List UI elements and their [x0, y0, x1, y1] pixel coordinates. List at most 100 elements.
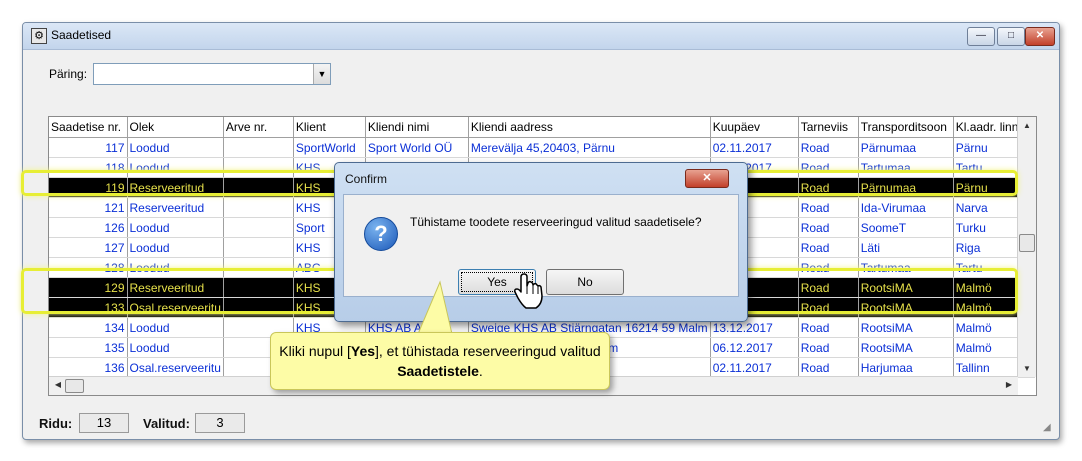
table-row[interactable]: 117 Loodud SportWorld Sport World OÜ Mereväl…	[49, 137, 1035, 158]
scroll-up-icon[interactable]: ▲	[1018, 121, 1036, 130]
table-cell: Pärnumaa	[858, 177, 954, 198]
table-cell: 134	[49, 317, 128, 338]
callout-saadetistele: Saadetistele	[397, 363, 479, 379]
table-cell: RootsiMA	[858, 317, 954, 338]
column-header[interactable]: Olek	[127, 117, 224, 138]
instruction-callout: Kliki nupul [Yes], et tühistada reservee…	[270, 332, 610, 390]
maximize-button[interactable]: □	[997, 27, 1025, 46]
table-cell: 128	[49, 257, 128, 278]
table-cell: Osal.reserveeritu	[127, 297, 224, 318]
table-cell: 126	[49, 217, 128, 238]
table-cell	[223, 197, 294, 218]
column-header[interactable]: Saadetise nr.	[49, 117, 128, 138]
rows-count: 13	[79, 413, 129, 433]
selected-label: Valitud:	[143, 416, 190, 431]
vertical-scroll-thumb[interactable]	[1019, 234, 1035, 252]
callout-text-2: ], et tühistada reserveeringud valitud	[375, 343, 601, 359]
table-cell	[223, 257, 294, 278]
table-cell	[223, 217, 294, 238]
table-cell	[223, 157, 294, 178]
table-cell: 119	[49, 177, 128, 198]
horizontal-scroll-thumb[interactable]	[65, 379, 84, 393]
table-cell: Road	[798, 337, 859, 358]
table-cell: 136	[49, 357, 128, 378]
table-cell: 127	[49, 237, 128, 258]
table-cell: Loodud	[127, 217, 224, 238]
table-cell: Loodud	[127, 257, 224, 278]
table-cell	[223, 277, 294, 298]
status-bar: Ridu: 13 Valitud: 3 ◢	[23, 408, 1059, 438]
table-cell: Reserveeritud	[127, 277, 224, 298]
dialog-close-button[interactable]: ✕	[685, 169, 729, 188]
table-cell: Merevälja 45,20403, Pärnu	[468, 137, 711, 158]
table-cell: Road	[798, 357, 859, 378]
table-cell: Tartumaa	[858, 157, 954, 178]
table-cell: Loodud	[127, 317, 224, 338]
table-cell: 02.11.2017	[710, 357, 799, 378]
table-cell: Ida-Virumaa	[858, 197, 954, 218]
title-bar[interactable]: ⚙ Saadetised — □ ✕	[23, 23, 1059, 50]
table-cell: Sport World OÜ	[365, 137, 469, 158]
table-cell: 135	[49, 337, 128, 358]
table-cell	[223, 177, 294, 198]
table-cell: Road	[798, 237, 859, 258]
selected-count: 3	[195, 413, 245, 433]
query-label: Päring:	[49, 67, 88, 81]
close-button[interactable]: ✕	[1025, 27, 1055, 46]
column-header[interactable]: Klient	[293, 117, 366, 138]
column-header[interactable]: Transporditsoon	[858, 117, 954, 138]
table-cell: Road	[798, 217, 859, 238]
table-cell: 133	[49, 297, 128, 318]
column-header[interactable]: Arve nr.	[223, 117, 294, 138]
table-cell: Road	[798, 157, 859, 178]
table-cell: RootsiMA	[858, 337, 954, 358]
scroll-down-icon[interactable]: ▼	[1018, 364, 1036, 373]
table-cell: RootsiMA	[858, 297, 954, 318]
table-cell: Läti	[858, 237, 954, 258]
table-cell: Tartumaa	[858, 257, 954, 278]
table-cell	[223, 237, 294, 258]
no-button[interactable]: No	[546, 269, 624, 295]
table-cell: Road	[798, 177, 859, 198]
table-cell: Road	[798, 197, 859, 218]
callout-yes: Yes	[350, 343, 376, 359]
column-header[interactable]: Kliendi aadress	[468, 117, 711, 138]
scroll-right-icon[interactable]: ▶	[1000, 380, 1018, 389]
table-cell: 118	[49, 157, 128, 178]
table-cell: Loodud	[127, 337, 224, 358]
callout-text-1: Kliki nupul [	[279, 343, 351, 359]
table-cell: Road	[798, 317, 859, 338]
table-cell: Loodud	[127, 237, 224, 258]
table-cell: Road	[798, 277, 859, 298]
table-cell: Road	[798, 297, 859, 318]
table-cell: Road	[798, 137, 859, 158]
table-cell: 117	[49, 137, 128, 158]
table-header: Saadetise nr. Olek Arve nr. Klient Kliendi n…	[49, 117, 1035, 138]
question-icon: ?	[364, 217, 398, 251]
callout-text-3: .	[478, 363, 483, 379]
dialog-title: Confirm	[345, 172, 388, 186]
column-header[interactable]: Tarneviis	[798, 117, 859, 138]
table-cell: Road	[798, 257, 859, 278]
query-select[interactable]: ▼	[93, 63, 331, 85]
chevron-down-icon[interactable]: ▼	[313, 64, 330, 84]
window-title: Saadetised	[51, 28, 112, 42]
minimize-button[interactable]: —	[967, 27, 995, 46]
table-cell: Osal.reserveeritu	[127, 357, 224, 378]
rows-label: Ridu:	[39, 416, 73, 431]
table-cell: SoomeT	[858, 217, 954, 238]
table-cell: SportWorld	[293, 137, 366, 158]
hand-cursor-icon	[514, 273, 543, 309]
table-cell: 129	[49, 277, 128, 298]
column-header[interactable]: Kliendi nimi	[365, 117, 469, 138]
vertical-scrollbar[interactable]: ▲ ▼	[1017, 117, 1036, 377]
column-header[interactable]: Kuupäev	[710, 117, 799, 138]
table-cell: Loodud	[127, 157, 224, 178]
table-cell: RootsiMA	[858, 277, 954, 298]
table-cell: Harjumaa	[858, 357, 954, 378]
app-icon: ⚙	[31, 28, 47, 44]
table-cell: 121	[49, 197, 128, 218]
resize-grip-icon[interactable]: ◢	[1043, 422, 1055, 434]
table-cell: Pärnumaa	[858, 137, 954, 158]
table-cell	[223, 137, 294, 158]
